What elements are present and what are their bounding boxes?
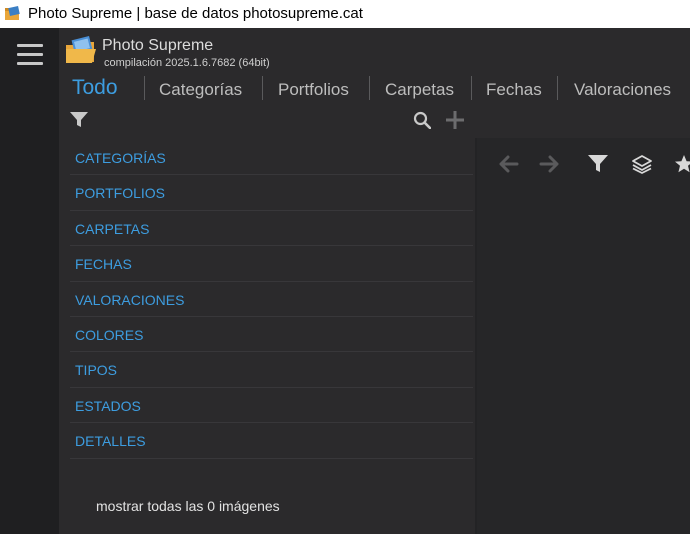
app-icon [5, 6, 20, 20]
add-icon[interactable] [445, 110, 465, 130]
tab-valoraciones[interactable]: Valoraciones [574, 80, 671, 100]
left-rail [0, 28, 59, 534]
list-item-tipos[interactable]: TIPOS [70, 352, 473, 388]
list-item-portfolios[interactable]: PORTFOLIOS [70, 175, 473, 211]
list-item-fechas[interactable]: FECHAS [70, 246, 473, 282]
filter-icon[interactable] [588, 155, 608, 173]
star-icon[interactable] [674, 154, 690, 174]
navigation-list: CATEGORÍAS PORTFOLIOS CARPETAS FECHAS VA… [70, 140, 473, 459]
tab-carpetas[interactable]: Carpetas [385, 80, 454, 100]
list-item-colores[interactable]: COLORES [70, 317, 473, 353]
tab-fechas[interactable]: Fechas [486, 80, 542, 100]
build-info: compilación 2025.1.6.7682 (64bit) [104, 57, 270, 69]
list-item-categorias[interactable]: CATEGORÍAS [70, 140, 473, 176]
app-name: Photo Supreme [102, 37, 214, 54]
list-item-detalles[interactable]: DETALLES [70, 423, 473, 459]
window-title: Photo Supreme | base de datos photosupre… [28, 5, 363, 22]
list-item-estados[interactable]: ESTADOS [70, 388, 473, 424]
tab-separator [557, 76, 558, 100]
tab-separator [471, 76, 472, 100]
back-arrow-icon[interactable] [499, 154, 519, 174]
forward-arrow-icon[interactable] [539, 154, 559, 174]
tab-separator [262, 76, 263, 100]
list-item-valoraciones[interactable]: VALORACIONES [70, 282, 473, 317]
show-all-images-link[interactable]: mostrar todas las 0 imágenes [96, 498, 280, 514]
list-item-carpetas[interactable]: CARPETAS [70, 211, 473, 247]
hamburger-menu-icon[interactable] [17, 44, 43, 66]
filter-icon[interactable] [70, 112, 88, 128]
window-titlebar: Photo Supreme | base de datos photosupre… [0, 0, 690, 28]
tab-separator [369, 76, 370, 100]
tab-separator [144, 76, 145, 100]
app-logo [66, 36, 96, 63]
image-pane [477, 138, 690, 534]
tab-todo[interactable]: Todo [72, 76, 118, 100]
tab-categorias[interactable]: Categorías [159, 80, 242, 100]
search-icon[interactable] [413, 111, 431, 129]
stack-icon[interactable] [632, 154, 652, 174]
tab-portfolios[interactable]: Portfolios [278, 80, 349, 100]
